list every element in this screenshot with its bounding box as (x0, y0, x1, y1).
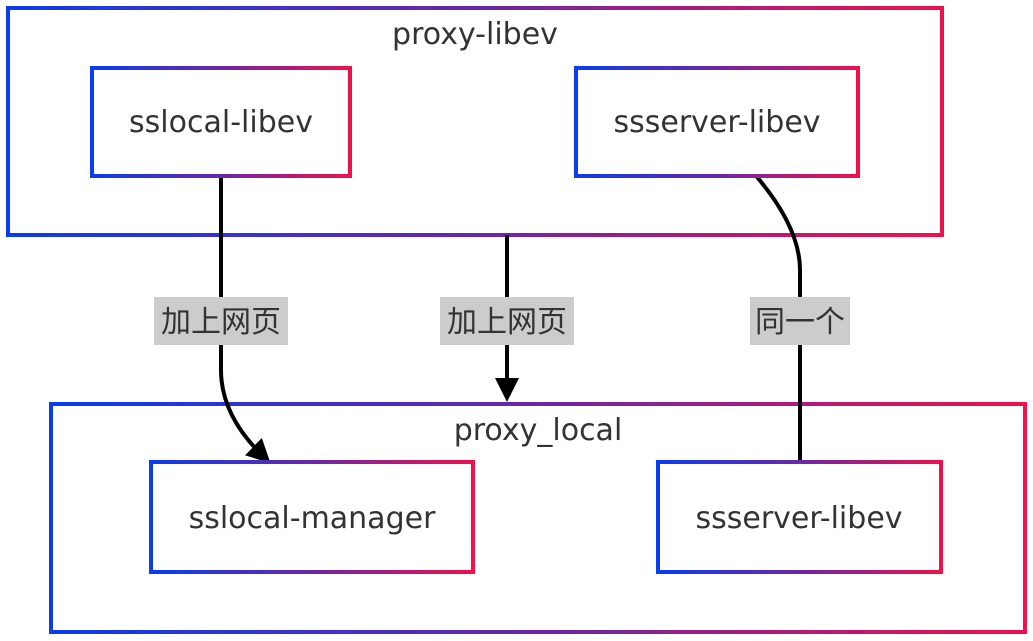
node-ssserver-libev-bottom: ssserver-libev (656, 460, 943, 574)
node-sslocal-libev-label: sslocal-libev (129, 105, 313, 140)
edge-label-1-text: 加上网页 (161, 305, 281, 340)
edge-label-3: 同一个 (750, 297, 850, 345)
node-sslocal-manager-label: sslocal-manager (189, 501, 436, 536)
node-ssserver-libev-top: ssserver-libev (574, 66, 860, 178)
node-sslocal-libev: sslocal-libev (90, 66, 352, 178)
node-ssserver-libev-bottom-label: ssserver-libev (695, 501, 902, 536)
node-sslocal-manager: sslocal-manager (149, 460, 475, 574)
edge-label-2-text: 加上网页 (447, 305, 567, 340)
group-proxy-local-title: proxy_local (454, 413, 623, 448)
edge-label-3-text: 同一个 (755, 305, 845, 340)
flowchart-diagram: proxy-libev proxy_local 加上网页 加上网页 同一个 ss… (6, 6, 1027, 634)
edge-label-1: 加上网页 (154, 297, 288, 345)
group-proxy-libev-title: proxy-libev (392, 17, 558, 52)
node-ssserver-libev-top-label: ssserver-libev (613, 105, 820, 140)
edge-label-2: 加上网页 (440, 297, 574, 345)
